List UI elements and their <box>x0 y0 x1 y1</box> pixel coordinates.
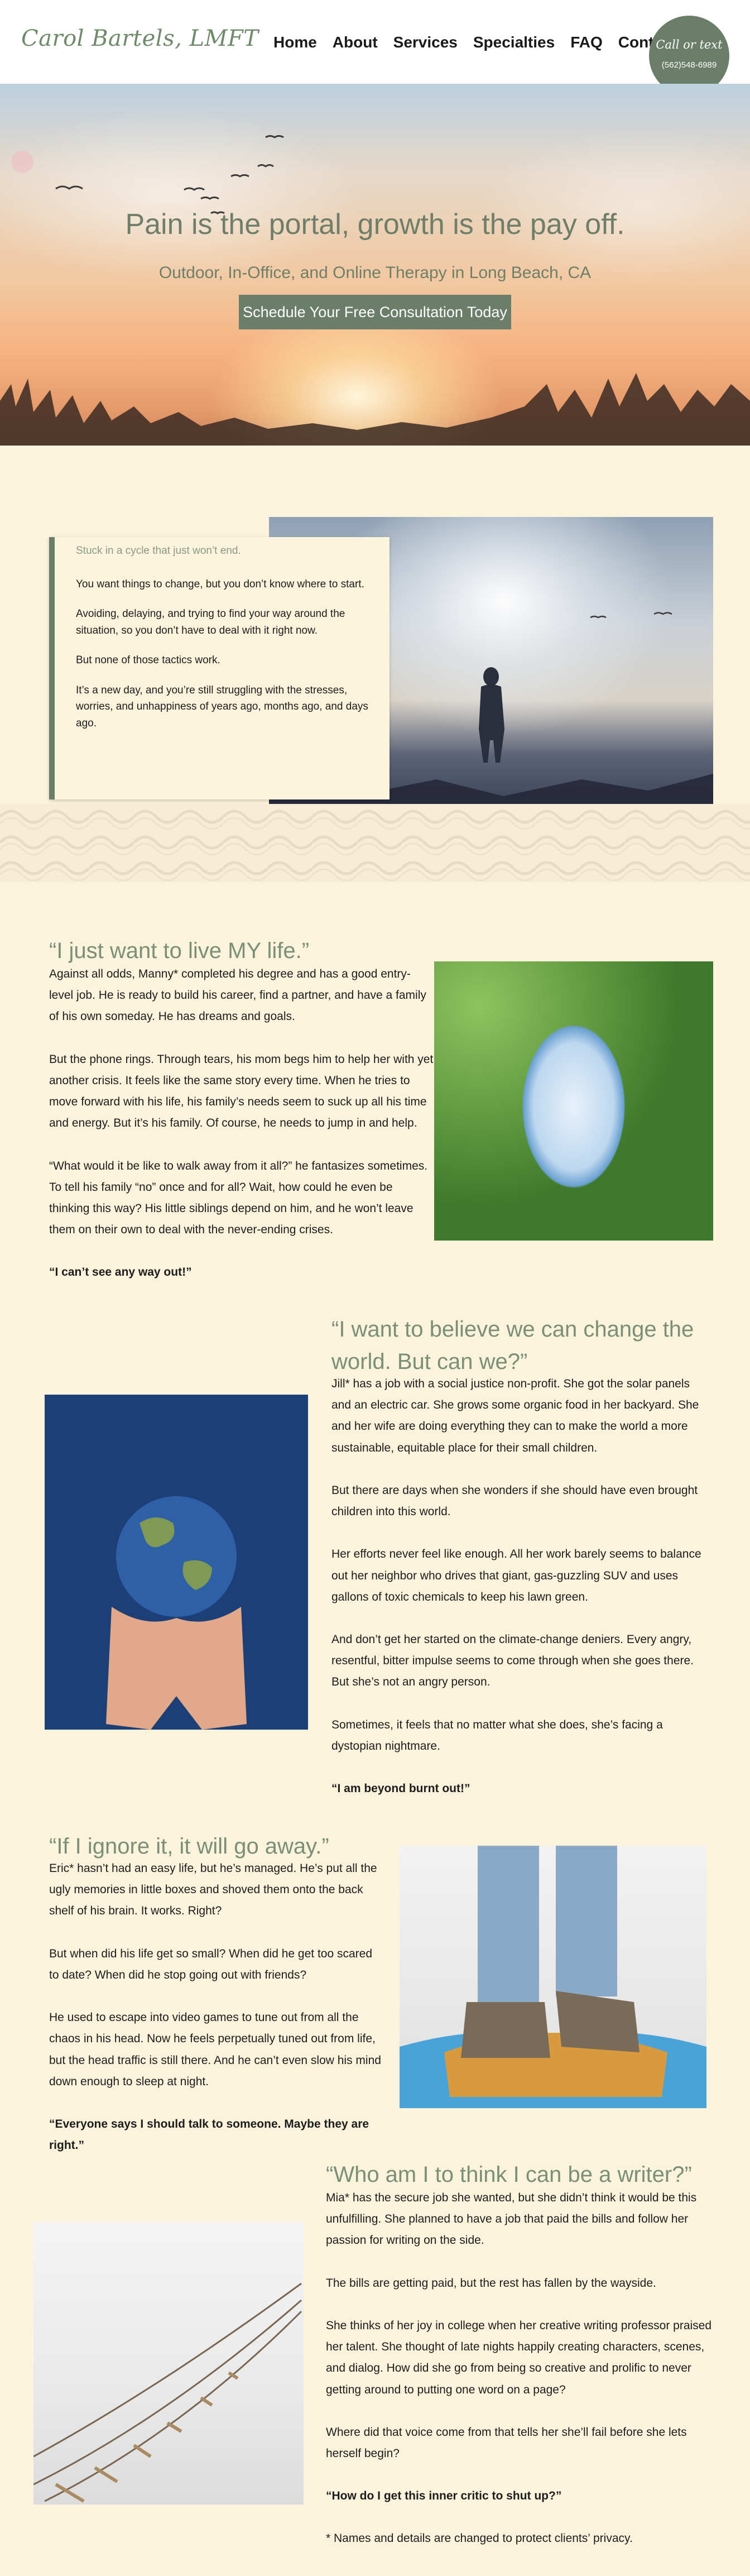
hero-grass-silhouette <box>0 373 750 446</box>
nav-about[interactable]: About <box>333 33 378 51</box>
story-paragraph: But there are days when she wonders if s… <box>331 1483 698 1519</box>
hands-holding-earth-image <box>45 1395 308 1730</box>
intro-lead: Stuck in a cycle that just won’t end. <box>76 545 241 557</box>
intro-paragraph: But none of those tactics work. <box>76 654 220 667</box>
rope-bridge-drawing <box>33 2282 302 2503</box>
story-title: “I want to believe we can change the wor… <box>331 1317 694 1374</box>
story-paragraph: And don’t get her started on the climate… <box>331 1632 694 1689</box>
hero-subtitle: Outdoor, In-Office, and Online Therapy i… <box>158 264 592 282</box>
story-body: Jill* has a job with a social justice no… <box>331 1373 711 1799</box>
story-paragraph: Jill* has a job with a social justice no… <box>331 1377 699 1454</box>
main-nav: Home About Services Specialties FAQ Cont… <box>273 33 676 51</box>
intro-paragraph: It’s a new day, and you’re still struggl… <box>76 684 368 729</box>
boots-in-corner-drawing <box>400 1846 706 2108</box>
site-logo[interactable]: Carol Bartels, LMFT <box>21 26 258 51</box>
intro-card: Stuck in a cycle that just won’t end. Yo… <box>49 537 390 799</box>
hands-holding-earth-drawing <box>106 1496 247 1730</box>
story-paragraph: She thinks of her joy in college when he… <box>326 2319 712 2396</box>
intro-paragraph: You want things to change, but you don’t… <box>76 578 364 590</box>
story-paragraph: Against all odds, Manny* completed his d… <box>49 968 426 1023</box>
nav-faq[interactable]: FAQ <box>570 33 603 51</box>
rope-bridge-fog-image <box>33 2222 304 2505</box>
story-closing-quote: “Everyone says I should talk to someone.… <box>49 2117 369 2152</box>
boots-in-corner-image <box>400 1846 706 2108</box>
story-closing-quote: “I can’t see any way out!” <box>49 1266 192 1279</box>
decorative-wave-pattern <box>0 804 750 882</box>
story-body: Against all odds, Manny* completed his d… <box>49 964 434 1284</box>
story-paragraph: Where did that voice come from that tell… <box>326 2425 687 2460</box>
call-badge-phone[interactable]: (562)548-6989 <box>649 60 729 70</box>
story-body: Mia* has the secure job she wanted, but … <box>326 2187 717 2550</box>
call-badge-title: Call or text <box>656 38 723 51</box>
story-paragraph: But the phone rings. Through tears, his … <box>49 1052 434 1130</box>
schedule-consultation-button[interactable]: Schedule Your Free Consultation Today <box>239 295 511 329</box>
story-closing-quote: “How do I get this inner critic to shut … <box>326 2489 562 2503</box>
hero-banner: Pain is the portal, growth is the pay of… <box>0 84 750 446</box>
intro-paragraph: Avoiding, delaying, and trying to find y… <box>76 608 345 636</box>
story-closing-quote: “I am beyond burnt out!” <box>331 1782 470 1795</box>
story-paragraph: He used to escape into video games to tu… <box>49 2011 381 2088</box>
story-paragraph: But when did his life get so small? When… <box>49 1947 372 1981</box>
hero-title: Pain is the portal, growth is the pay of… <box>125 208 625 241</box>
story-paragraph: Eric* hasn’t had an easy life, but he’s … <box>49 1862 377 1918</box>
story-paragraph: Her efforts never feel like enough. All … <box>331 1548 701 1603</box>
story-paragraph: “What would it be like to walk away from… <box>49 1159 428 1237</box>
site-header: Carol Bartels, LMFT Home About Services … <box>0 0 750 104</box>
privacy-footnote: * Names and details are changed to prote… <box>326 2532 633 2545</box>
nav-specialties[interactable]: Specialties <box>473 33 555 51</box>
story-paragraph: Sometimes, it feels that no matter what … <box>331 1718 663 1753</box>
story-body: Eric* hasn’t had an easy life, but he’s … <box>49 1858 384 2156</box>
nav-services[interactable]: Services <box>393 33 458 51</box>
story-paragraph: Mia* has the secure job she wanted, but … <box>326 2191 697 2247</box>
story-title: “I just want to live MY life.” <box>49 939 310 963</box>
leaf-head-silhouette-image <box>434 961 713 1241</box>
nav-home[interactable]: Home <box>273 33 317 51</box>
story-paragraph: The bills are getting paid, but the rest… <box>326 2276 656 2290</box>
story-title: “Who am I to think I can be a writer?” <box>326 2162 692 2187</box>
